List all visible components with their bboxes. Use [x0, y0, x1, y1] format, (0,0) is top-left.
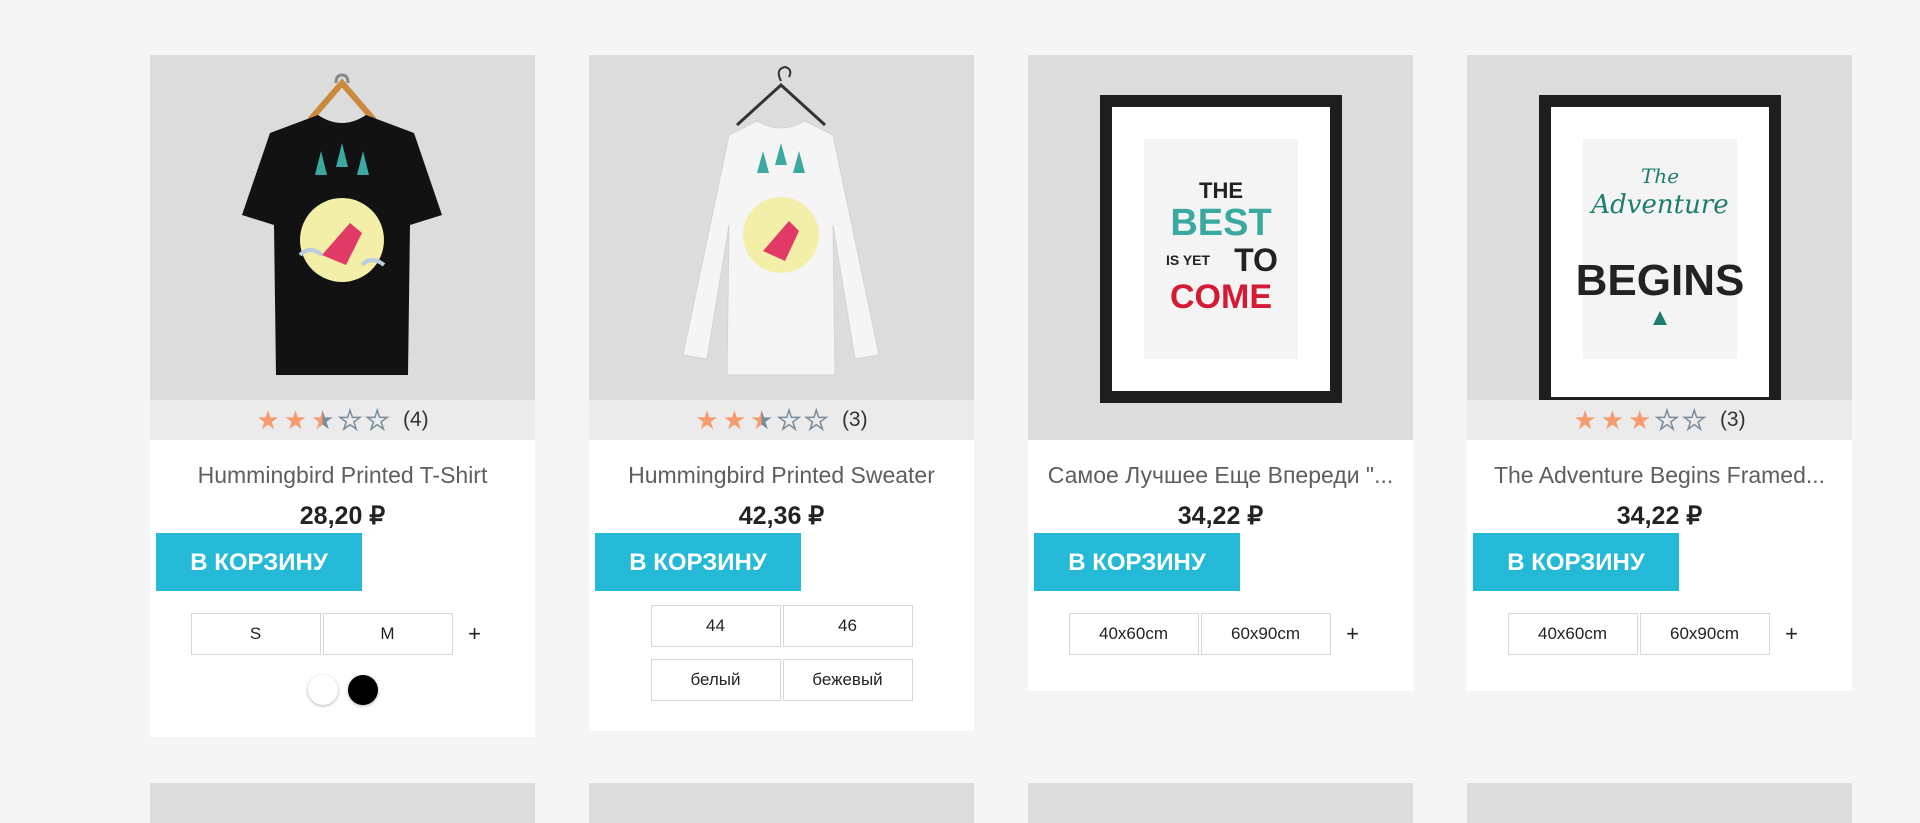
color-swatch-white[interactable]: [307, 675, 338, 705]
product-title[interactable]: Hummingbird Printed T-Shirt: [150, 462, 535, 489]
size-variants: 44 46: [650, 605, 913, 647]
star-empty-icon: ★: [365, 405, 390, 435]
color-swatches: [150, 675, 535, 737]
variant-option[interactable]: 46: [782, 605, 913, 647]
product-card: THE BEST IS YET TO COME Самое Лучшее Еще…: [1028, 55, 1413, 691]
product-card-partial: [1028, 783, 1413, 823]
product-price: 34,22 ₽: [1616, 502, 1703, 530]
product-image[interactable]: The Adventure BEGINS ★ ★ ★ ★ ★ (3): [1467, 55, 1852, 440]
variant-groups: 44 46 белый бежевый: [589, 605, 974, 731]
star-empty-icon: ★: [338, 405, 363, 435]
poster-line: Adventure: [1589, 190, 1728, 220]
product-price: 28,20 ₽: [299, 502, 386, 530]
product-image[interactable]: ★ ★ ★ ★ ★ (4): [150, 55, 535, 440]
product-card-partial: [150, 783, 535, 823]
variant-option[interactable]: S: [190, 613, 321, 655]
variant-option[interactable]: белый: [650, 659, 781, 701]
poster-line: TO: [1234, 242, 1278, 278]
rating-count: (3): [1719, 408, 1746, 431]
product-card: ★ ★ ★ ★ ★ (3) Hummingbird Printed Sweate…: [589, 55, 974, 731]
rating-count: (3): [841, 408, 868, 431]
rating-count: (4): [402, 408, 429, 431]
star-rating: ★ ★ ★ ★ ★: [695, 405, 829, 435]
product-card-partial: [589, 783, 974, 823]
variant-option[interactable]: 40x60cm: [1507, 613, 1638, 655]
variant-option[interactable]: бежевый: [782, 659, 913, 701]
tshirt-image: [242, 73, 442, 375]
size-variants: 40x60cm 60x90cm +: [1467, 613, 1852, 691]
rating-bar: ★ ★ ★ ★ ★ (3): [1467, 400, 1852, 440]
poster-image: THE BEST IS YET TO COME: [1100, 95, 1342, 403]
product-image[interactable]: THE BEST IS YET TO COME: [1028, 55, 1413, 440]
product-title[interactable]: Самое Лучшее Еще Впереди "...: [1028, 462, 1413, 489]
variant-option[interactable]: 60x90cm: [1200, 613, 1331, 655]
size-variants: 40x60cm 60x90cm +: [1028, 613, 1413, 691]
rating-bar: ★ ★ ★ ★ ★ (3): [589, 400, 974, 440]
star-icon: ★: [1573, 405, 1597, 435]
star-half-icon: ★: [750, 405, 774, 435]
more-variants-button[interactable]: +: [1333, 614, 1373, 654]
color-swatch-black[interactable]: [347, 675, 378, 705]
product-price: 34,22 ₽: [1177, 502, 1264, 530]
size-variants: S M +: [150, 613, 535, 655]
star-icon: ★: [1600, 405, 1624, 435]
poster-line: COME: [1170, 278, 1272, 316]
star-icon: ★: [695, 405, 719, 435]
poster-line: BEGINS: [1576, 256, 1745, 305]
product-price: 42,36 ₽: [738, 502, 825, 530]
sweater-image: [682, 65, 880, 376]
star-half-icon: ★: [311, 405, 335, 435]
add-to-cart-button[interactable]: В КОРЗИНУ: [1473, 533, 1679, 591]
star-empty-icon: ★: [804, 405, 829, 435]
more-variants-button[interactable]: +: [455, 614, 495, 654]
star-empty-icon: ★: [1682, 405, 1707, 435]
add-to-cart-button[interactable]: В КОРЗИНУ: [156, 533, 362, 591]
add-to-cart-button[interactable]: В КОРЗИНУ: [1034, 533, 1240, 591]
rating-bar: ★ ★ ★ ★ ★ (4): [150, 400, 535, 440]
add-to-cart-button[interactable]: В КОРЗИНУ: [595, 533, 801, 591]
star-rating: ★ ★ ★ ★ ★: [256, 405, 390, 435]
poster-image: The Adventure BEGINS: [1539, 95, 1781, 400]
star-rating: ★ ★ ★ ★ ★: [1573, 405, 1707, 435]
product-title[interactable]: Hummingbird Printed Sweater: [589, 462, 974, 489]
star-icon: ★: [722, 405, 746, 435]
product-card: ★ ★ ★ ★ ★ (4) Hummingbird Printed T-Shir…: [150, 55, 535, 737]
variant-option[interactable]: 40x60cm: [1068, 613, 1199, 655]
poster-line: THE: [1199, 178, 1243, 203]
product-image[interactable]: ★ ★ ★ ★ ★ (3): [589, 55, 974, 440]
color-variants: белый бежевый: [650, 659, 913, 701]
star-empty-icon: ★: [1655, 405, 1680, 435]
star-icon: ★: [1628, 405, 1652, 435]
star-icon: ★: [283, 405, 307, 435]
poster-line: BEST: [1170, 202, 1271, 244]
star-empty-icon: ★: [777, 405, 802, 435]
product-title[interactable]: The Adventure Begins Framed...: [1467, 462, 1852, 489]
variant-option[interactable]: 44: [650, 605, 781, 647]
product-card: The Adventure BEGINS ★ ★ ★ ★ ★ (3) The A…: [1467, 55, 1852, 691]
product-card-partial: [1467, 783, 1852, 823]
variant-option[interactable]: M: [322, 613, 453, 655]
poster-line: IS YET: [1166, 252, 1211, 268]
star-icon: ★: [256, 405, 280, 435]
variant-option[interactable]: 60x90cm: [1639, 613, 1770, 655]
poster-line: The: [1641, 164, 1679, 188]
more-variants-button[interactable]: +: [1772, 614, 1812, 654]
